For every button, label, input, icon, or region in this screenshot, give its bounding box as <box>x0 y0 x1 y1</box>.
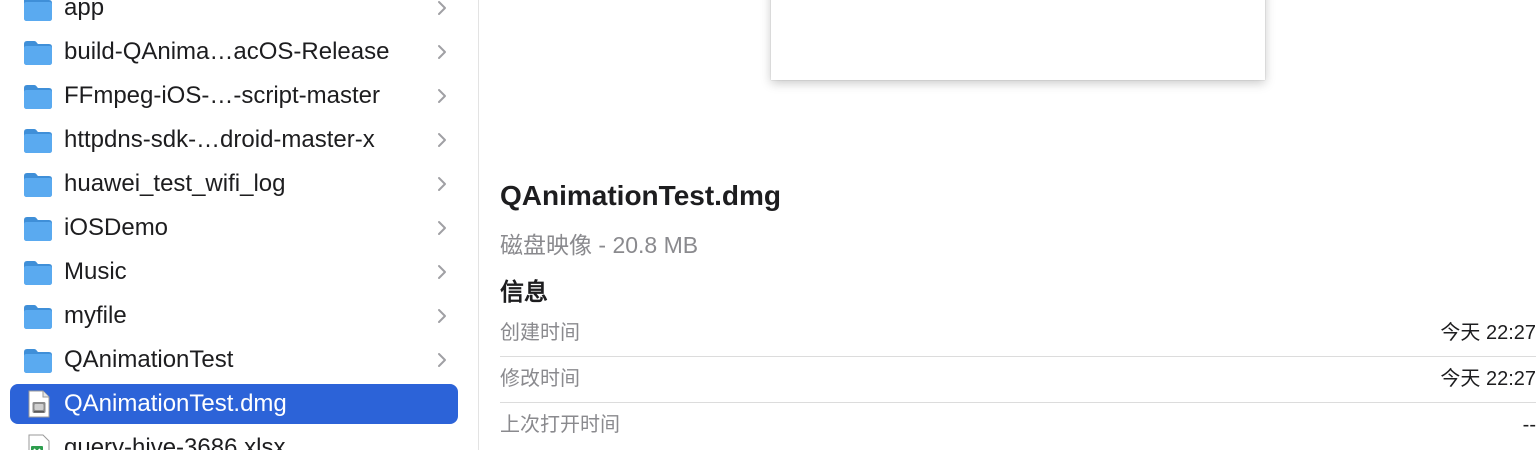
info-key: 创建时间 <box>500 322 580 344</box>
file-list-item-label: build-QAnima…acOS-Release <box>64 38 390 65</box>
file-list-item-label: QAnimationTest <box>64 346 234 373</box>
file-list-item-label: iOSDemo <box>64 214 169 241</box>
chevron-right-icon <box>436 0 448 18</box>
file-list-item-selected[interactable]: QAnimationTest.dmg <box>10 384 458 424</box>
chevron-right-icon <box>436 306 448 326</box>
folder-icon <box>23 302 53 330</box>
file-thumbnail <box>771 0 1265 80</box>
finder-window: app build-QAnima…acOS-Release FFmpeg-iOS-…… <box>0 0 1536 450</box>
file-list-item-label: huawei_test_wifi_log <box>64 170 286 197</box>
folder-icon <box>23 0 53 22</box>
info-key: 修改时间 <box>500 368 580 390</box>
file-column: app build-QAnima…acOS-Release FFmpeg-iOS-…… <box>0 0 478 450</box>
disk-image-icon <box>23 390 53 418</box>
chevron-right-icon <box>436 218 448 238</box>
preview-file-name: QAnimationTest.dmg <box>500 180 782 211</box>
chevron-right-icon <box>436 350 448 370</box>
file-list-item[interactable]: httpdns-sdk-…droid-master-x <box>10 120 458 160</box>
folder-icon <box>23 214 53 242</box>
file-list-item[interactable]: query-hive-3686.xlsx <box>10 428 458 450</box>
file-list-item-label: app <box>64 0 105 21</box>
file-list-item-label: FFmpeg-iOS-…-script-master <box>64 82 381 109</box>
folder-icon <box>23 126 53 154</box>
file-list-item[interactable]: app <box>10 0 458 28</box>
folder-icon <box>23 38 53 66</box>
preview-file-kind: 磁盘映像 - 20.8 MB <box>500 232 699 258</box>
file-list-item-label: httpdns-sdk-…droid-master-x <box>64 126 375 153</box>
chevron-right-icon <box>436 174 448 194</box>
file-list-item-label: QAnimationTest.dmg <box>64 390 287 417</box>
spreadsheet-icon <box>23 434 53 450</box>
info-value: -- <box>1522 414 1536 436</box>
folder-icon <box>23 346 53 374</box>
file-list-item-label: query-hive-3686.xlsx <box>64 434 286 450</box>
folder-icon <box>23 82 53 110</box>
chevron-right-icon <box>436 130 448 150</box>
file-list-item[interactable]: myfile <box>10 296 458 336</box>
file-list-item-label: myfile <box>64 302 127 329</box>
info-row-created: 创建时间 今天 22:27 <box>500 310 1536 356</box>
folder-icon <box>23 170 53 198</box>
file-list-item[interactable]: Music <box>10 252 458 292</box>
file-list-item[interactable]: huawei_test_wifi_log <box>10 164 458 204</box>
chevron-right-icon <box>436 262 448 282</box>
file-list-item[interactable]: iOSDemo <box>10 208 458 248</box>
info-row-modified: 修改时间 今天 22:27 <box>500 356 1536 402</box>
info-row-last-opened: 上次打开时间 -- <box>500 402 1536 448</box>
info-key: 上次打开时间 <box>500 414 620 436</box>
info-value: 今天 22:27 <box>1440 322 1536 344</box>
info-section-title: 信息 <box>500 279 548 306</box>
file-list-item[interactable]: QAnimationTest <box>10 340 458 380</box>
preview-pane: QAnimationTest.dmg 磁盘映像 - 20.8 MB 信息 创建时… <box>479 0 1536 450</box>
file-list-item[interactable]: build-QAnima…acOS-Release <box>10 32 458 72</box>
chevron-right-icon <box>436 42 448 62</box>
folder-icon <box>23 258 53 286</box>
file-list-item-label: Music <box>64 258 127 285</box>
info-value: 今天 22:27 <box>1440 368 1536 390</box>
file-list-item[interactable]: FFmpeg-iOS-…-script-master <box>10 76 458 116</box>
chevron-right-icon <box>436 86 448 106</box>
